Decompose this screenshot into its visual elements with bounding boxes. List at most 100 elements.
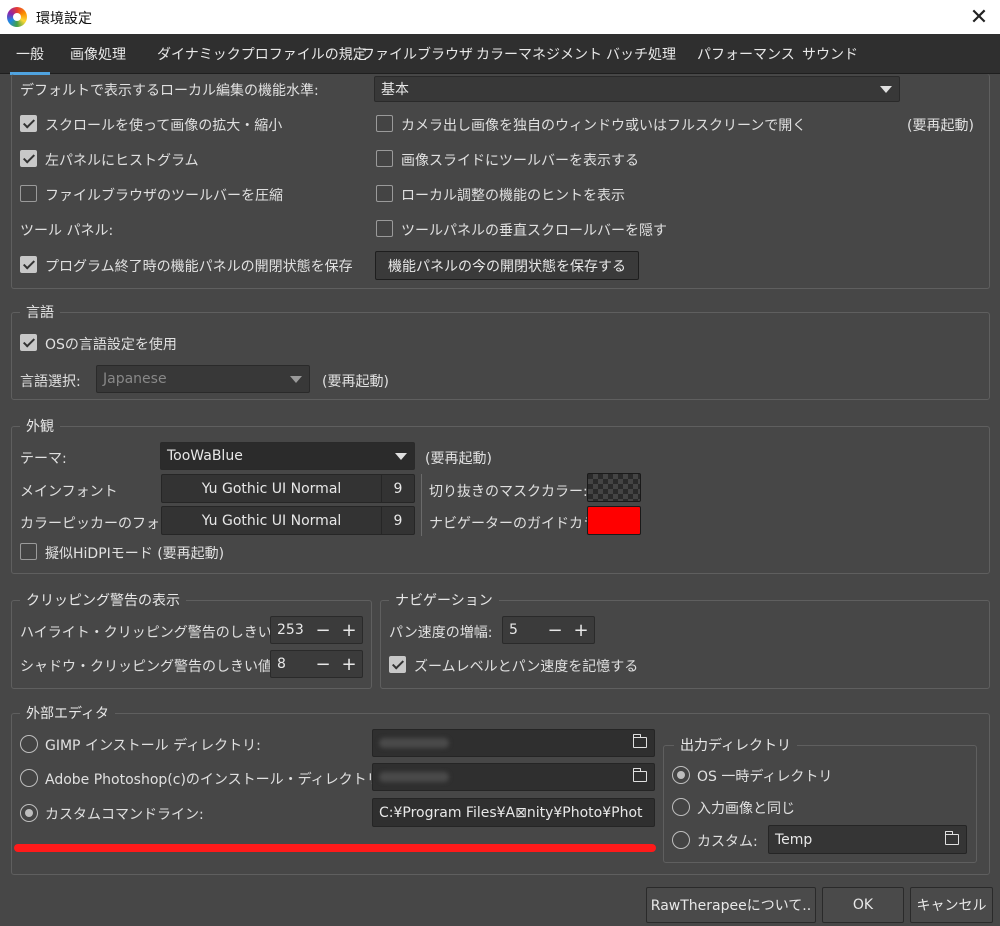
gimp-dir-radio[interactable]	[20, 735, 38, 753]
custom-command-label: カスタムコマンドライン:	[45, 807, 204, 823]
save-panel-state-button[interactable]: 機能パネルの今の開閉状態を保存する	[375, 251, 639, 280]
tab-bar: 一般 画像処理 ダイナミックプロファイルの規定 ファイルブラウザ カラーマネジメ…	[0, 34, 1000, 75]
hide-vscroll-label: ツールパネルの垂直スクロールバーを隠す	[401, 223, 667, 239]
custom-output-value: Temp	[775, 831, 813, 848]
plus-icon[interactable]: +	[336, 654, 362, 675]
theme-restart-note: (要再起動)	[425, 451, 492, 467]
pan-speed-spinner[interactable]: 5 − +	[502, 616, 595, 644]
tab-batch-processing[interactable]: バッチ処理	[606, 44, 676, 64]
os-temp-label: OS 一時ディレクトリ	[697, 769, 833, 785]
pan-speed-value: 5	[509, 622, 518, 638]
appearance-title: 外観	[20, 416, 60, 436]
shadow-threshold-spinner[interactable]: 8 − +	[270, 650, 363, 678]
crop-mask-color-button[interactable]	[587, 473, 641, 502]
theme-select[interactable]: TooWaBlue	[160, 442, 415, 470]
window-title: 環境設定	[36, 11, 92, 27]
custom-command-value: C:¥Program Files¥A⊠nity¥Photo¥Phot	[379, 804, 643, 821]
redacted-path	[379, 738, 449, 748]
pseudo-hidpi-checkbox[interactable]	[20, 543, 37, 560]
red-highlight-underline	[14, 844, 656, 852]
highlight-threshold-value: 253	[277, 622, 304, 638]
pan-speed-label: パン速度の増幅:	[389, 625, 493, 641]
clipping-title: クリッピング警告の表示	[20, 590, 186, 610]
external-editor-title: 外部エディタ	[20, 703, 116, 723]
gimp-dir-label: GIMP インストール ディレクトリ:	[45, 738, 261, 754]
remember-zoom-checkbox[interactable]	[389, 656, 406, 673]
compact-fb-toolbar-checkbox[interactable]	[20, 185, 37, 202]
remember-zoom-label: ズームレベルとパン速度を記憶する	[414, 659, 639, 675]
minus-icon[interactable]: −	[310, 620, 336, 641]
custom-output-path[interactable]: Temp	[768, 825, 967, 854]
slideshow-toolbar-checkbox[interactable]	[376, 150, 393, 167]
window-titlebar: 環境設定 ✕	[0, 0, 1000, 34]
main-font-button[interactable]: Yu Gothic UI Normal 9	[161, 474, 415, 503]
histogram-left-label: 左パネルにヒストグラム	[45, 153, 199, 169]
local-edit-level-select[interactable]: 基本	[374, 76, 900, 102]
navigation-title: ナビゲーション	[389, 590, 499, 610]
custom-command-input[interactable]: C:¥Program Files¥A⊠nity¥Photo¥Phot	[372, 798, 655, 827]
tab-dynamic-profile-rules[interactable]: ダイナミックプロファイルの規定	[157, 44, 367, 64]
camera-fullscreen-label: カメラ出し画像を独自のウィンドウ或いはフルスクリーンで開く	[401, 118, 807, 134]
highlight-threshold-spinner[interactable]: 253 − +	[270, 616, 363, 644]
folder-icon[interactable]	[632, 768, 647, 782]
custom-command-radio[interactable]	[20, 804, 38, 822]
close-icon[interactable]: ✕	[958, 0, 1000, 34]
photoshop-dir-label: Adobe Photoshop(c)のインストール・ディレクトリ:	[45, 772, 386, 788]
histogram-left-checkbox[interactable]	[20, 150, 37, 167]
picker-font-name: Yu Gothic UI Normal	[162, 507, 382, 534]
crop-mask-color-label: 切り抜きのマスクカラー:	[429, 484, 588, 500]
tab-file-browser[interactable]: ファイルブラウザ	[361, 44, 473, 64]
chevron-down-icon	[290, 376, 302, 383]
highlight-threshold-label: ハイライト・クリッピング警告のしきい値:	[20, 625, 291, 641]
plus-icon[interactable]: +	[336, 620, 362, 641]
gimp-dir-path[interactable]	[372, 729, 655, 757]
tab-color-management[interactable]: カラーマネジメント	[476, 44, 602, 64]
save-panel-state-checkbox[interactable]	[20, 256, 37, 273]
shadow-threshold-label: シャドウ・クリッピング警告のしきい値:	[20, 659, 277, 675]
about-button[interactable]: RawTherapeeについて..	[646, 887, 816, 923]
nav-guide-color-button[interactable]	[587, 506, 641, 535]
redacted-path	[379, 772, 449, 782]
local-hints-label: ローカル調整の機能のヒントを表示	[401, 188, 625, 204]
hide-vscroll-checkbox[interactable]	[376, 220, 393, 237]
save-panel-state-label: プログラム終了時の機能パネルの開閉状態を保存	[45, 259, 353, 275]
ok-button[interactable]: OK	[822, 887, 904, 923]
language-select[interactable]: Japanese	[96, 365, 310, 393]
os-temp-radio[interactable]	[672, 766, 690, 784]
chevron-down-icon	[395, 453, 407, 460]
cancel-button[interactable]: キャンセル	[910, 887, 993, 923]
folder-icon[interactable]	[944, 830, 959, 845]
theme-value: TooWaBlue	[167, 448, 243, 464]
plus-icon[interactable]: +	[568, 620, 594, 641]
picker-font-button[interactable]: Yu Gothic UI Normal 9	[161, 506, 415, 535]
tab-general[interactable]: 一般	[10, 44, 50, 75]
photoshop-dir-path[interactable]	[372, 763, 655, 791]
minus-icon[interactable]: −	[310, 654, 336, 675]
local-edit-level-label: デフォルトで表示するローカル編集の機能水準:	[20, 83, 319, 99]
scroll-zoom-label: スクロールを使って画像の拡大・縮小	[45, 118, 283, 134]
tab-performance[interactable]: パフォーマンス	[697, 44, 795, 64]
same-as-input-radio[interactable]	[672, 798, 690, 816]
output-dir-title: 出力ディレクトリ	[674, 735, 798, 755]
local-hints-checkbox[interactable]	[376, 185, 393, 202]
minus-icon[interactable]: −	[542, 620, 568, 641]
custom-output-radio[interactable]	[672, 831, 690, 849]
language-select-value: Japanese	[103, 371, 167, 387]
slideshow-toolbar-label: 画像スライドにツールバーを表示する	[401, 153, 639, 169]
chevron-down-icon	[880, 86, 892, 93]
shadow-threshold-value: 8	[277, 656, 286, 672]
main-font-name: Yu Gothic UI Normal	[162, 475, 382, 502]
use-os-language-checkbox[interactable]	[20, 334, 37, 351]
picker-font-size: 9	[393, 512, 403, 529]
camera-fullscreen-checkbox[interactable]	[376, 115, 393, 132]
tool-panel-label: ツール パネル:	[20, 223, 114, 239]
language-select-label: 言語選択:	[20, 374, 81, 390]
language-restart-note: (要再起動)	[322, 374, 389, 390]
scroll-zoom-checkbox[interactable]	[20, 115, 37, 132]
same-as-input-label: 入力画像と同じ	[697, 801, 795, 817]
tab-image-processing[interactable]: 画像処理	[70, 44, 126, 64]
photoshop-dir-radio[interactable]	[20, 769, 38, 787]
folder-icon[interactable]	[632, 734, 647, 748]
tab-sound[interactable]: サウンド	[802, 44, 858, 64]
compact-fb-toolbar-label: ファイルブラウザのツールバーを圧縮	[45, 188, 283, 204]
